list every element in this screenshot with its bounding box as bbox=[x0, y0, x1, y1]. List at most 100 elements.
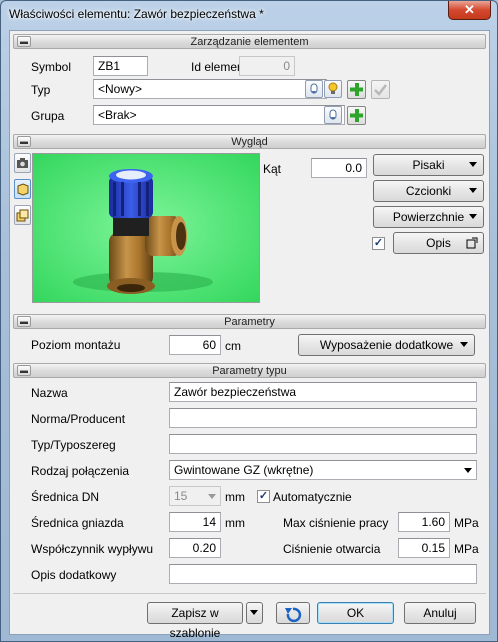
popout-icon bbox=[466, 237, 478, 249]
chevron-down-icon bbox=[469, 162, 477, 167]
seat-unit: mm bbox=[225, 516, 245, 530]
mount-level-input[interactable]: 60 bbox=[169, 335, 221, 355]
description-button-label: Opis bbox=[426, 236, 451, 250]
element-id-field: 0 bbox=[239, 56, 295, 76]
auto-label: Automatycznie bbox=[273, 490, 352, 504]
fonts-button-label: Czcionki bbox=[405, 184, 452, 198]
name-input[interactable]: Zawór bezpieczeństwa bbox=[169, 382, 477, 402]
title-bar[interactable]: Właściwości elementu: Zawór bezpieczeńst… bbox=[1, 1, 497, 27]
tab-photo-view[interactable] bbox=[14, 153, 31, 173]
angle-label: Kąt bbox=[263, 162, 282, 176]
section-header-parameters[interactable]: ▬ Parametry bbox=[13, 314, 486, 329]
layers-icon bbox=[16, 209, 29, 222]
surfaces-button[interactable]: Powierzchnie bbox=[373, 206, 484, 228]
surfaces-button-label: Powierzchnie bbox=[392, 210, 465, 224]
fonts-button[interactable]: Czcionki bbox=[373, 180, 484, 202]
name-label: Nazwa bbox=[31, 386, 68, 400]
dn-select: 15 bbox=[169, 486, 221, 506]
confirm-type-button[interactable] bbox=[371, 80, 390, 99]
open-pressure-input[interactable]: 0.15 bbox=[398, 538, 450, 558]
series-label: Typ/Typoszereg bbox=[31, 438, 116, 452]
type-field[interactable]: <Nowy> bbox=[93, 79, 327, 99]
check-icon bbox=[374, 84, 387, 96]
footer-divider bbox=[13, 593, 486, 594]
chevron-down-icon bbox=[469, 188, 477, 193]
save-template-dropdown[interactable] bbox=[246, 602, 263, 624]
close-button[interactable]: ✕ bbox=[448, 1, 491, 20]
dn-unit: mm bbox=[225, 490, 245, 504]
check-mark-icon: ✓ bbox=[373, 237, 384, 249]
section-header-type-parameters[interactable]: ▬ Parametry typu bbox=[13, 363, 486, 378]
series-input[interactable] bbox=[169, 434, 477, 454]
standard-input[interactable] bbox=[169, 408, 477, 428]
angle-input[interactable]: 0.0 bbox=[311, 158, 367, 178]
symbol-input[interactable]: ZB1 bbox=[93, 56, 148, 76]
group-label: Grupa bbox=[31, 109, 65, 123]
extra-desc-label: Opis dodatkowy bbox=[31, 568, 117, 582]
tab-plan-view[interactable] bbox=[14, 205, 31, 225]
extra-equipment-button[interactable]: Wyposażenie dodatkowe bbox=[298, 334, 475, 356]
bulb-icon bbox=[328, 82, 338, 94]
connection-selected-value: Gwintowane GZ (wkrętne) bbox=[174, 463, 314, 477]
extra-equipment-label: Wyposażenie dodatkowe bbox=[319, 338, 454, 352]
connection-select[interactable]: Gwintowane GZ (wkrętne) bbox=[169, 460, 477, 480]
chevron-down-icon bbox=[208, 494, 216, 499]
open-pressure-label: Ciśnienie otwarcia bbox=[283, 542, 381, 556]
section-title: Zarządzanie elementem bbox=[190, 36, 309, 48]
chevron-down-icon bbox=[460, 342, 468, 347]
section-title: Parametry typu bbox=[212, 365, 287, 377]
chevron-down-icon bbox=[250, 610, 258, 615]
valve-preview-image bbox=[33, 154, 259, 302]
cancel-button[interactable]: Anuluj bbox=[404, 602, 476, 624]
group-field[interactable]: <Brak> bbox=[93, 105, 345, 125]
standard-label: Norma/Producent bbox=[31, 412, 126, 426]
ok-button[interactable]: OK bbox=[317, 602, 394, 624]
type-label: Typ bbox=[31, 83, 51, 97]
extra-desc-input[interactable] bbox=[169, 564, 477, 584]
section-header-appearance[interactable]: ▬ Wygląd bbox=[13, 134, 486, 149]
check-mark-icon: ✓ bbox=[258, 490, 269, 502]
save-template-button[interactable]: Zapisz w szablonie bbox=[147, 602, 243, 640]
mount-level-unit: cm bbox=[225, 339, 241, 353]
dialog-client-area: ▬ Zarządzanie elementem Symbol ZB1 Id el… bbox=[9, 30, 490, 640]
section-title: Wygląd bbox=[231, 136, 268, 148]
flow-coef-input[interactable]: 0.20 bbox=[169, 538, 221, 558]
plus-icon bbox=[350, 83, 363, 96]
chevron-down-icon bbox=[469, 214, 477, 219]
section-header-management[interactable]: ▬ Zarządzanie elementem bbox=[13, 34, 486, 49]
plus-icon bbox=[350, 109, 363, 122]
max-pressure-unit: MPa bbox=[454, 516, 479, 530]
description-button[interactable]: Opis bbox=[393, 232, 484, 254]
type-browse-button[interactable] bbox=[305, 80, 323, 98]
browse-icon bbox=[329, 109, 337, 120]
seat-input[interactable]: 14 bbox=[169, 512, 221, 532]
connection-label: Rodzaj połączenia bbox=[31, 464, 130, 478]
max-pressure-input[interactable]: 1.60 bbox=[398, 512, 450, 532]
add-group-button[interactable] bbox=[347, 106, 366, 125]
open-pressure-unit: MPa bbox=[454, 542, 479, 556]
element-preview bbox=[32, 153, 260, 303]
group-browse-button[interactable] bbox=[324, 106, 342, 124]
tab-3d-view[interactable] bbox=[14, 179, 31, 199]
box-icon bbox=[17, 183, 29, 196]
dn-selected-value: 15 bbox=[174, 489, 188, 503]
dn-label: Średnica DN bbox=[31, 490, 100, 504]
max-pressure-label: Max ciśnienie pracy bbox=[283, 516, 389, 530]
pens-button[interactable]: Pisaki bbox=[373, 154, 484, 176]
symbol-label: Symbol bbox=[31, 60, 72, 74]
flow-coef-label: Współczynnik wypływu bbox=[31, 542, 154, 556]
camera-icon bbox=[17, 158, 28, 168]
add-type-button[interactable] bbox=[347, 80, 366, 99]
window-title: Właściwości elementu: Zawór bezpieczeńst… bbox=[9, 7, 264, 21]
chevron-down-icon bbox=[464, 468, 472, 473]
browse-icon bbox=[310, 83, 318, 94]
auto-checkbox[interactable]: ✓ bbox=[257, 490, 270, 503]
description-checkbox[interactable]: ✓ bbox=[372, 237, 385, 250]
section-title: Parametry bbox=[224, 316, 275, 328]
seat-label: Średnica gniazda bbox=[31, 516, 124, 530]
type-library-button[interactable] bbox=[324, 80, 342, 98]
undo-button[interactable] bbox=[276, 602, 310, 624]
undo-icon bbox=[285, 607, 302, 623]
pens-button-label: Pisaki bbox=[412, 158, 445, 172]
dialog-window: Właściwości elementu: Zawór bezpieczeńst… bbox=[0, 0, 498, 642]
